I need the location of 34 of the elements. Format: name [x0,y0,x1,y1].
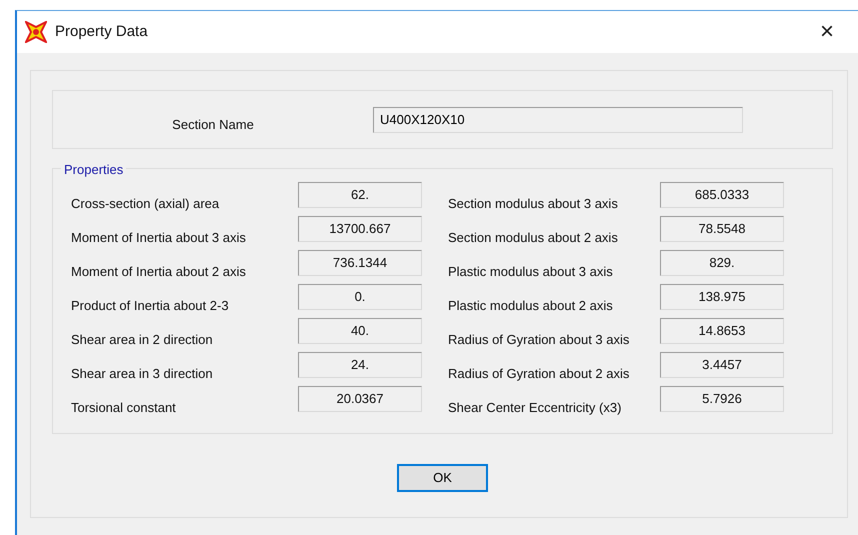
property-value-field[interactable]: 14.8653 [660,318,784,344]
property-label: Shear area in 3 direction [71,366,213,381]
property-label: Shear area in 2 direction [71,332,213,347]
property-label: Section modulus about 2 axis [448,230,618,245]
property-label: Plastic modulus about 2 axis [448,298,613,313]
property-label: Torsional constant [71,400,176,415]
app-icon [25,21,47,43]
property-value-field[interactable]: 3.4457 [660,352,784,378]
close-button[interactable]: × [820,20,834,44]
property-value-field[interactable]: 62. [298,182,422,208]
section-name-label: Section Name [171,116,255,134]
property-label: Product of Inertia about 2-3 [71,298,229,313]
property-label: Cross-section (axial) area [71,196,220,211]
property-label: Moment of Inertia about 2 axis [71,264,246,279]
property-value-field[interactable]: 736.1344 [298,250,422,276]
property-label: Shear Center Eccentricity (x3) [448,400,622,415]
section-name-field[interactable]: U400X120X10 [373,106,743,132]
window-title: Property Data [55,22,148,42]
property-label: Radius of Gyration about 3 axis [448,332,630,347]
property-label: Section modulus about 3 axis [448,196,618,211]
property-value-field[interactable]: 78.5548 [660,216,784,242]
property-value-field[interactable]: 829. [660,250,784,276]
property-value-field[interactable]: 0. [298,284,422,310]
property-value-field[interactable]: 138.975 [660,284,784,310]
property-value-field[interactable]: 20.0367 [298,386,422,412]
property-value-field[interactable]: 40. [298,318,422,344]
property-value-field[interactable]: 685.0333 [660,182,784,208]
property-label: Radius of Gyration about 2 axis [448,366,630,381]
property-value-field[interactable]: 13700.667 [298,216,422,242]
property-value-field[interactable]: 24. [298,352,422,378]
ok-button[interactable]: OK [397,464,488,492]
property-label: Moment of Inertia about 3 axis [71,230,246,245]
property-label: Plastic modulus about 3 axis [448,264,613,279]
property-value-field[interactable]: 5.7926 [660,386,784,412]
